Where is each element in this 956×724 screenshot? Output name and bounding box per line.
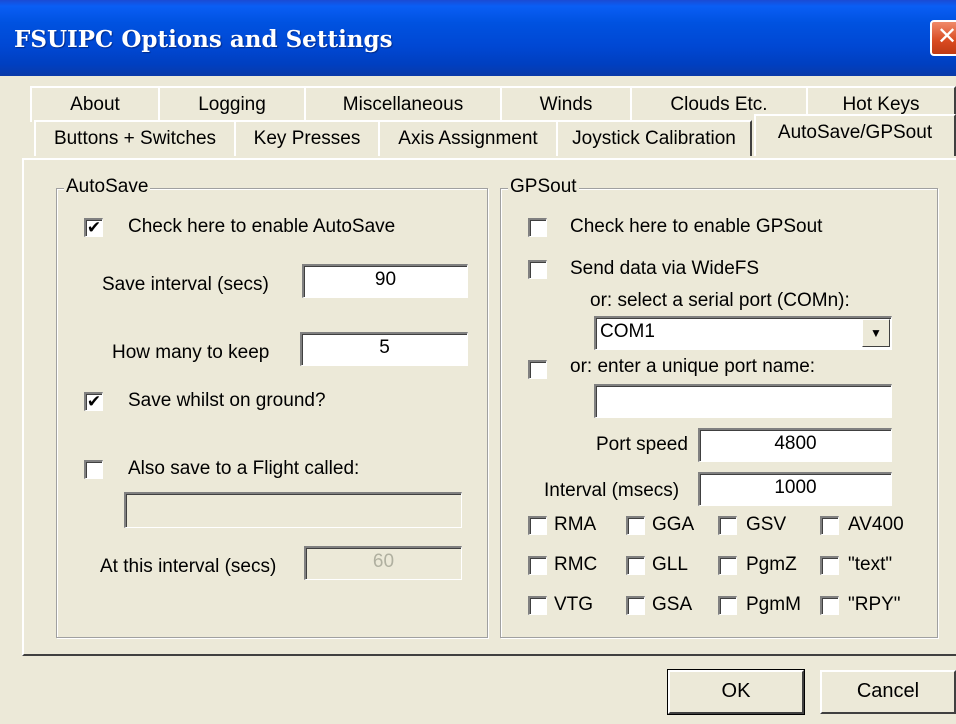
tab-label: Logging xyxy=(198,94,266,115)
tab-autosave-gpsout[interactable]: AutoSave/GPSout xyxy=(754,114,956,156)
gga-label: GGA xyxy=(652,514,695,535)
rmc-label: RMC xyxy=(554,554,598,575)
rma-label: RMA xyxy=(554,514,597,535)
rma-checkbox[interactable] xyxy=(528,516,547,535)
gsa-label: GSA xyxy=(652,594,693,615)
tab-label: Key Presses xyxy=(253,128,361,149)
tab-label: Joystick Calibration xyxy=(572,128,736,149)
autosave-enable-label: Check here to enable AutoSave xyxy=(128,216,396,237)
text-label: "text" xyxy=(848,554,893,575)
ok-button[interactable]: OK xyxy=(667,669,805,715)
vtg-label: VTG xyxy=(554,594,594,615)
port-speed-label: Port speed xyxy=(596,434,688,455)
gsa-checkbox[interactable] xyxy=(626,596,645,615)
pgmz-label: PgmZ xyxy=(746,554,797,575)
autosave-group-label: AutoSave xyxy=(64,176,151,198)
pgmz-checkbox[interactable] xyxy=(718,556,737,575)
gsv-checkbox[interactable] xyxy=(718,516,737,535)
close-icon[interactable]: ✕ xyxy=(930,20,956,56)
cancel-button[interactable]: Cancel xyxy=(820,670,956,714)
tab-logging[interactable]: Logging xyxy=(158,86,306,122)
title-bar[interactable]: FSUIPC Options and Settings ✕ xyxy=(0,0,956,76)
port-name-field[interactable] xyxy=(594,384,892,418)
gll-checkbox[interactable] xyxy=(626,556,645,575)
tab-about[interactable]: About xyxy=(30,86,160,122)
tab-label: Miscellaneous xyxy=(342,94,464,115)
save-interval-field[interactable]: 90 xyxy=(302,264,468,298)
av400-checkbox[interactable] xyxy=(820,516,839,535)
text-checkbox[interactable] xyxy=(820,556,839,575)
port-name-checkbox[interactable] xyxy=(528,360,547,379)
tab-label: Axis Assignment xyxy=(398,128,538,149)
gsv-label: GSV xyxy=(746,514,787,535)
gps-interval-label: Interval (msecs) xyxy=(544,480,680,501)
rpy-label: "RPY" xyxy=(848,594,901,615)
tab-axis-assignment[interactable]: Axis Assignment xyxy=(378,120,558,156)
save-to-flight-label: Also save to a Flight called: xyxy=(128,458,360,479)
how-many-keep-field[interactable]: 5 xyxy=(300,332,468,366)
widefs-label: Send data via WideFS xyxy=(570,258,760,279)
chevron-down-icon[interactable]: ▼ xyxy=(862,319,890,347)
port-name-label: or: enter a unique port name: xyxy=(570,356,816,377)
save-to-flight-checkbox[interactable] xyxy=(84,460,103,479)
tab-label: Clouds Etc. xyxy=(670,94,768,115)
at-interval-label: At this interval (secs) xyxy=(100,556,277,577)
tab-joystick-calibration[interactable]: Joystick Calibration xyxy=(556,120,752,156)
tab-label: Winds xyxy=(539,94,593,115)
av400-label: AV400 xyxy=(848,514,904,535)
tab-key-presses[interactable]: Key Presses xyxy=(234,120,380,156)
rpy-checkbox[interactable] xyxy=(820,596,839,615)
serial-port-label: or: select a serial port (COMn): xyxy=(590,290,850,311)
at-interval-field[interactable]: 60 xyxy=(304,546,462,580)
port-speed-field[interactable]: 4800 xyxy=(698,428,892,462)
gpsout-enable-checkbox[interactable] xyxy=(528,218,547,237)
pgmm-label: PgmM xyxy=(746,594,801,615)
tab-label: Buttons + Switches xyxy=(53,128,217,149)
gpsout-enable-label: Check here to enable GPSout xyxy=(570,216,823,237)
tab-label: AutoSave/GPSout xyxy=(777,122,933,143)
save-on-ground-checkbox[interactable]: ✔ xyxy=(84,392,103,411)
tab-buttons-switches[interactable]: Buttons + Switches xyxy=(34,120,236,156)
gga-checkbox[interactable] xyxy=(626,516,645,535)
gll-label: GLL xyxy=(652,554,688,575)
gps-interval-field[interactable]: 1000 xyxy=(698,472,892,506)
flight-name-field[interactable] xyxy=(124,492,462,528)
autosave-enable-checkbox[interactable]: ✔ xyxy=(84,218,103,237)
tab-winds[interactable]: Winds xyxy=(500,86,632,122)
how-many-keep-label: How many to keep xyxy=(112,342,270,363)
window-title: FSUIPC Options and Settings xyxy=(14,26,393,53)
tab-miscellaneous[interactable]: Miscellaneous xyxy=(304,86,502,122)
tab-label: About xyxy=(70,94,120,115)
tab-label: Hot Keys xyxy=(842,94,920,115)
widefs-checkbox[interactable] xyxy=(528,260,547,279)
rmc-checkbox[interactable] xyxy=(528,556,547,575)
serial-port-select[interactable]: COM1 ▼ xyxy=(594,316,892,350)
pgmm-checkbox[interactable] xyxy=(718,596,737,615)
save-interval-label: Save interval (secs) xyxy=(102,274,269,295)
tab-panel: AutoSave ✔ Check here to enable AutoSave… xyxy=(22,158,956,656)
serial-port-value: COM1 xyxy=(600,321,655,342)
save-on-ground-label: Save whilst on ground? xyxy=(128,390,326,411)
fsuipc-options-window: FSUIPC Options and Settings ✕ About Logg… xyxy=(0,0,956,724)
vtg-checkbox[interactable] xyxy=(528,596,547,615)
gpsout-group-label: GPSout xyxy=(508,176,579,198)
